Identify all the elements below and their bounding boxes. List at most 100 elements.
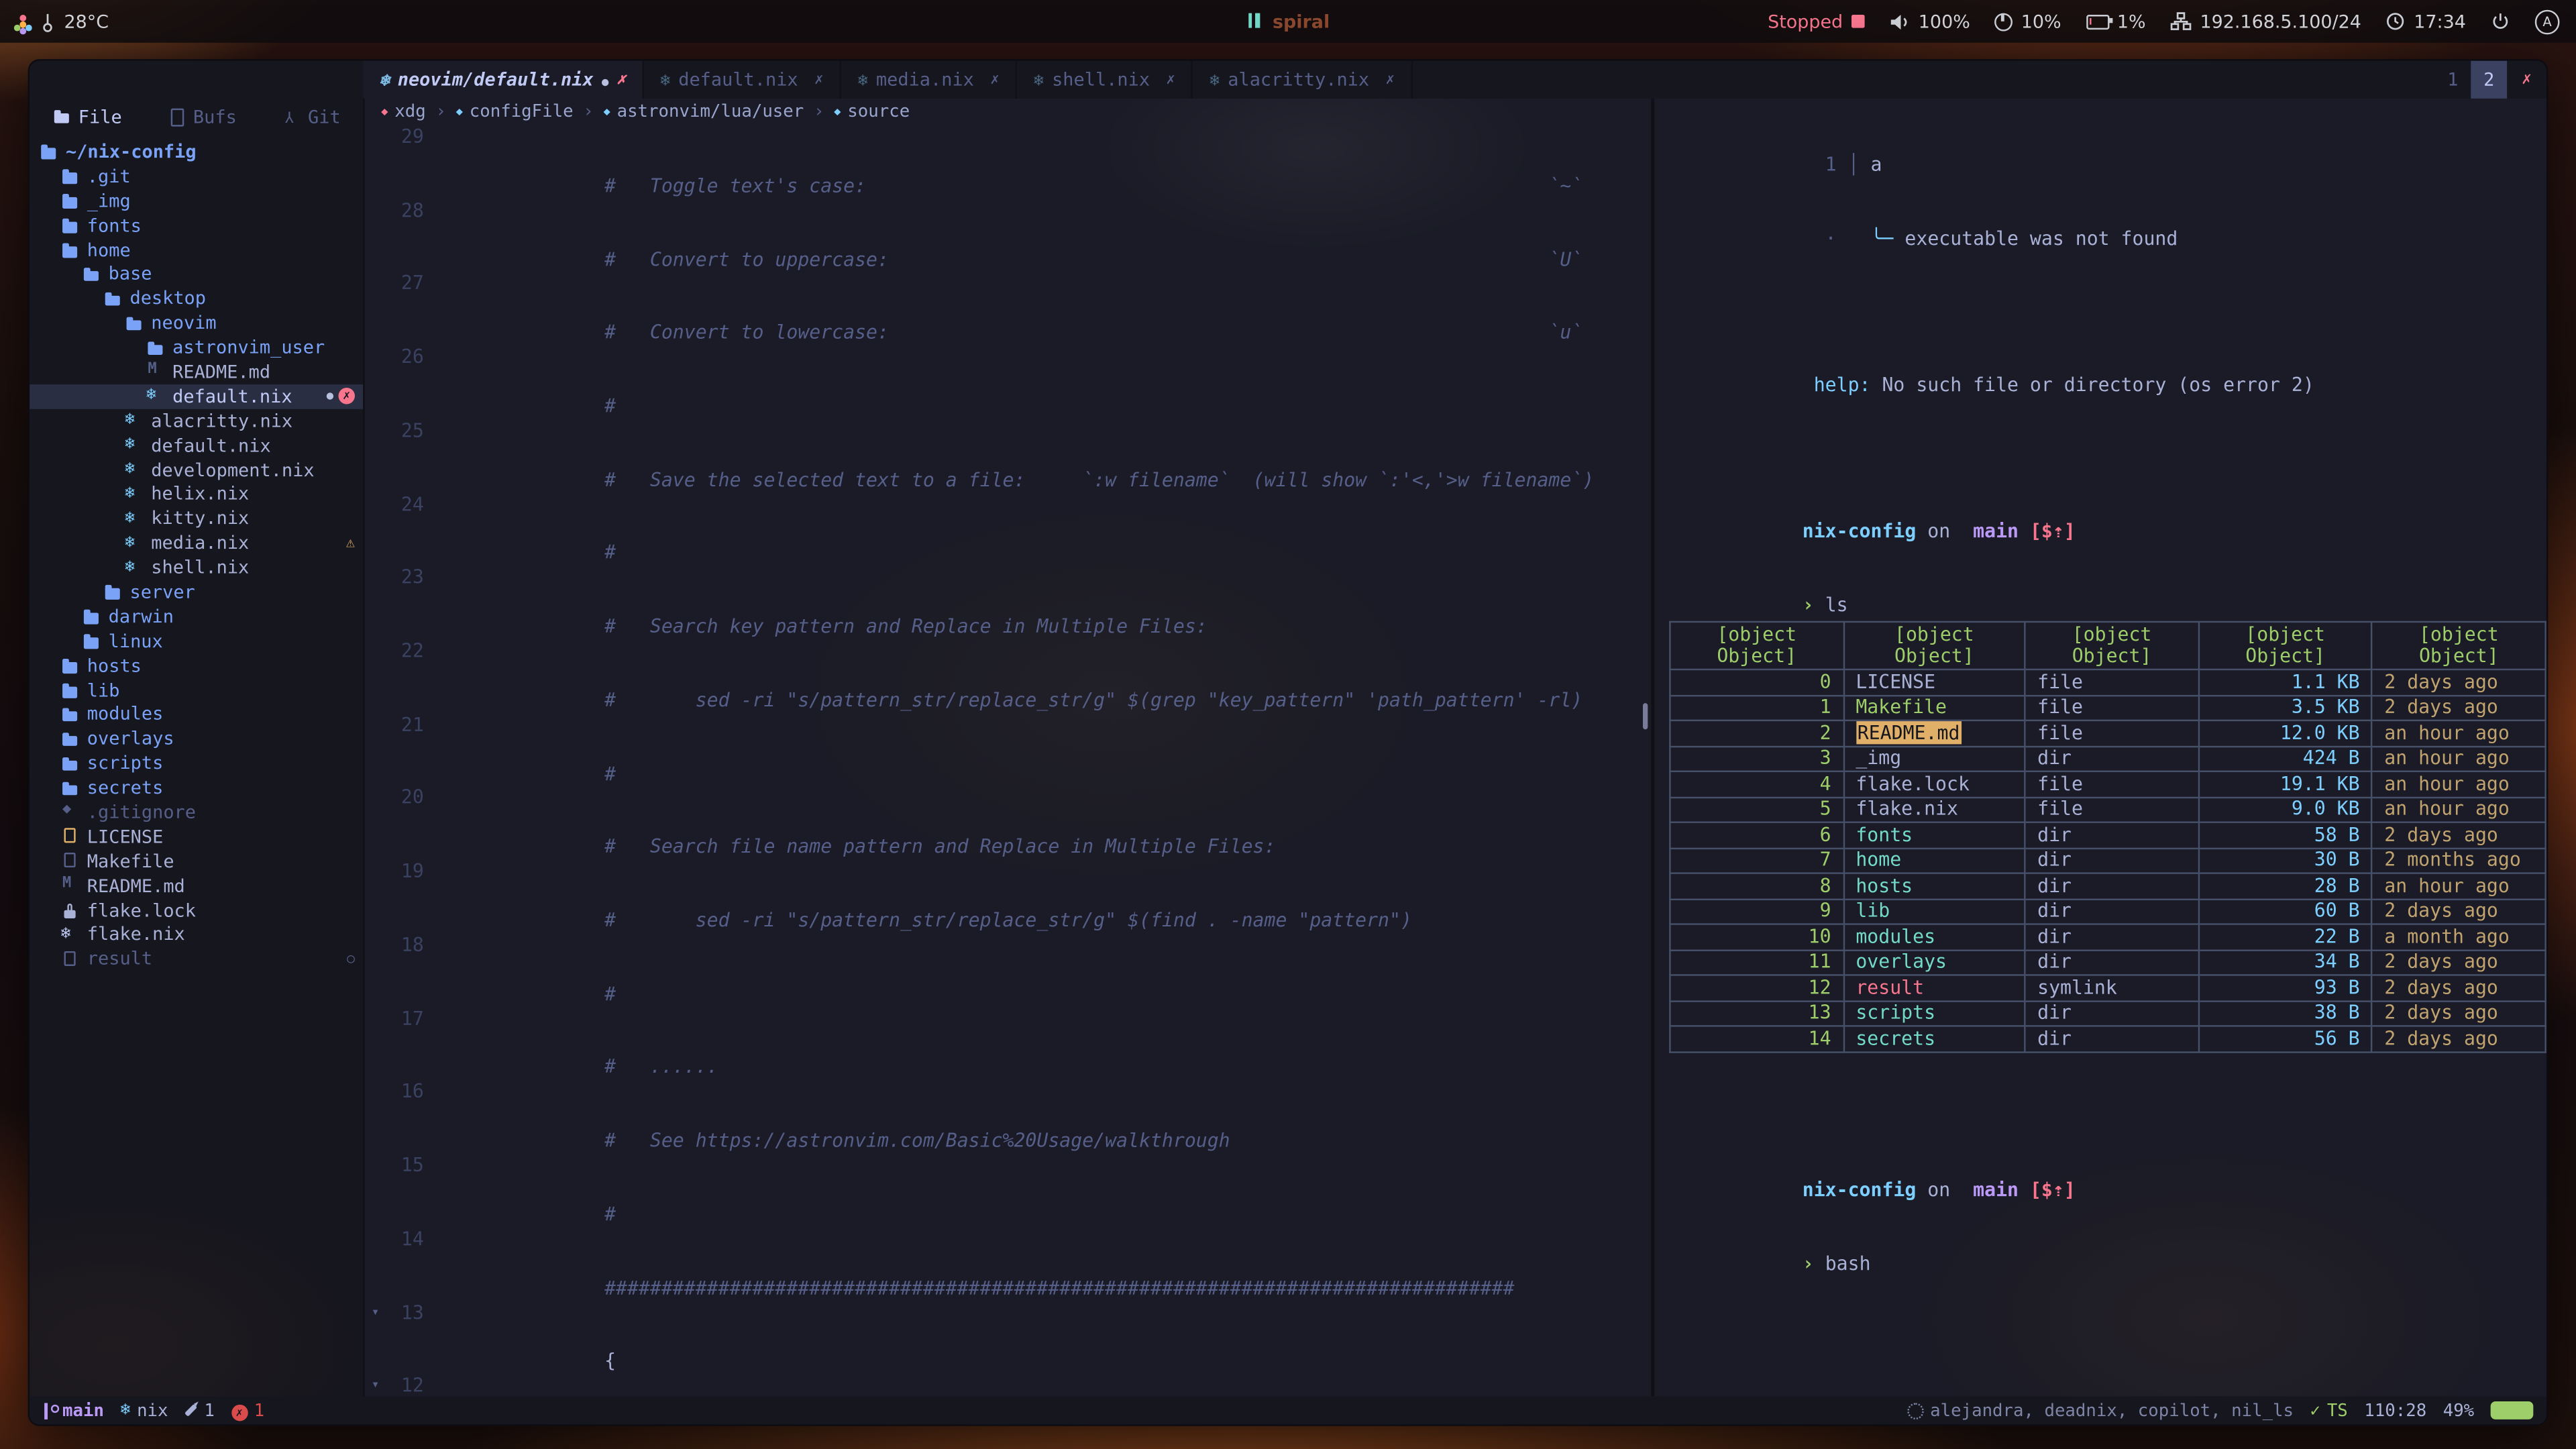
code-line[interactable]: 27 # Convert to lowercase: `u` <box>365 272 1652 345</box>
tabpage-indicator[interactable]: 2 <box>2471 61 2507 99</box>
close-buffer-icon[interactable]: ✗ <box>990 72 999 88</box>
tree-item[interactable]: README.md <box>30 360 363 384</box>
code-line[interactable]: ▾ 13 { <box>365 1300 1652 1374</box>
code-line[interactable]: 22 # sed -ri "s/pattern_str/replace_str/… <box>365 639 1652 713</box>
buffer-tab[interactable]: media.nix ✗ <box>841 61 1017 99</box>
network-widget[interactable]: 192.168.5.100/24 <box>2170 11 2361 32</box>
tree-item[interactable]: desktop <box>30 286 363 311</box>
tree-item[interactable]: flake.lock <box>30 898 363 922</box>
tree-item[interactable]: lib <box>30 678 363 702</box>
fold-chevron-icon[interactable] <box>365 1006 386 1080</box>
tree-item[interactable]: hosts <box>30 653 363 678</box>
tree-item[interactable]: default.nix <box>30 433 363 458</box>
tree-item[interactable]: LICENSE <box>30 824 363 849</box>
buffer-tab[interactable]: shell.nix ✗ <box>1018 61 1193 99</box>
code-line[interactable]: ▾ 12 xdg.configFile = { <box>365 1374 1652 1397</box>
tree-item[interactable]: kitty.nix <box>30 506 363 531</box>
breadcrumb-item[interactable]: source <box>834 102 910 121</box>
tree-item[interactable]: linux <box>30 629 363 653</box>
timer-widget[interactable]: Stopped <box>1768 11 1864 32</box>
code-line[interactable]: 26 # <box>365 345 1652 419</box>
gauge-widget[interactable]: 10% <box>1995 11 2061 32</box>
code-line[interactable]: 17 # ...... <box>365 1006 1652 1080</box>
error-count[interactable]: 1 <box>231 1401 264 1420</box>
tree-item[interactable]: development.nix <box>30 458 363 482</box>
fold-chevron-icon[interactable] <box>365 272 386 345</box>
sidebar-source-tab[interactable]: File <box>52 106 122 127</box>
code-line[interactable]: 18 # <box>365 933 1652 1007</box>
tree-item[interactable]: secrets <box>30 775 363 800</box>
tree-item[interactable]: media.nix <box>30 531 363 555</box>
fold-chevron-icon[interactable]: ▾ <box>365 1374 386 1397</box>
launcher-icon[interactable] <box>19 21 26 28</box>
tree-item[interactable]: result <box>30 947 363 971</box>
code-line[interactable]: 20 # Search file name pattern and Replac… <box>365 786 1652 860</box>
tree-item-badge[interactable] <box>347 952 355 967</box>
close-buffer-icon[interactable]: ✗ <box>617 72 626 88</box>
tree-item[interactable]: ~/nix-config <box>30 140 363 164</box>
tree-item[interactable]: fonts <box>30 213 363 237</box>
fold-chevron-icon[interactable] <box>365 1153 386 1227</box>
fold-chevron-icon[interactable] <box>365 125 386 199</box>
code-line[interactable]: 29 # Toggle text's case: `~` <box>365 125 1652 199</box>
breadcrumb-item[interactable]: xdg <box>381 102 455 121</box>
fold-chevron-icon[interactable] <box>365 859 386 933</box>
close-buffer-icon[interactable]: ✗ <box>1167 72 1175 88</box>
fold-chevron-icon[interactable] <box>365 639 386 713</box>
close-buffer-icon[interactable]: ✗ <box>814 72 823 88</box>
tree-item-badge[interactable] <box>346 535 355 551</box>
terminal-pane[interactable]: 1 │ a · ╰─ executable was not found help… <box>1651 99 2546 1397</box>
tree-item[interactable]: home <box>30 237 363 262</box>
pause-icon[interactable] <box>1246 11 1261 32</box>
fold-chevron-icon[interactable] <box>365 933 386 1007</box>
sidebar-source-tab[interactable]: Git <box>282 106 341 127</box>
tree-item-badge[interactable] <box>338 388 354 405</box>
tree-item[interactable]: modules <box>30 702 363 727</box>
code-line[interactable]: 15 # <box>365 1153 1652 1227</box>
tree-item[interactable]: shell.nix <box>30 555 363 580</box>
tabpage-indicator[interactable]: 1 <box>2434 61 2471 99</box>
volume-widget[interactable]: 100% <box>1889 11 1970 32</box>
sidebar-source-tab[interactable]: Bufs <box>167 106 237 127</box>
tree-item[interactable]: Makefile <box>30 849 363 873</box>
tree-item[interactable]: flake.nix <box>30 922 363 947</box>
fold-chevron-icon[interactable] <box>365 419 386 492</box>
editor-pane[interactable]: xdg configFile astronvim/lua/user <box>365 99 1652 1397</box>
git-branch[interactable]: main <box>43 1401 104 1420</box>
fold-chevron-icon[interactable] <box>365 199 386 272</box>
tree-item[interactable]: server <box>30 580 363 604</box>
fold-chevron-icon[interactable] <box>365 492 386 566</box>
tree-item[interactable]: alacritty.nix <box>30 409 363 433</box>
buffer-tab[interactable]: default.nix ✗ <box>644 61 842 99</box>
breadcrumb-item[interactable]: configFile <box>456 102 604 121</box>
close-tabpage-icon[interactable]: ✗ <box>2507 61 2546 99</box>
tree-item[interactable]: darwin <box>30 604 363 629</box>
battery-widget[interactable]: 1% <box>2086 11 2145 32</box>
tree-item[interactable]: helix.nix <box>30 482 363 506</box>
scrollbar-indicator[interactable] <box>1643 703 1648 729</box>
tree-item[interactable]: astronvim_user <box>30 335 363 360</box>
code-line[interactable]: 24 # <box>365 492 1652 566</box>
tree-item[interactable]: overlays <box>30 727 363 751</box>
fold-chevron-icon[interactable] <box>365 566 386 639</box>
tree-item[interactable]: neovim <box>30 311 363 335</box>
buffer-tab[interactable]: alacritty.nix ✗ <box>1193 61 1413 99</box>
fold-chevron-icon[interactable] <box>365 345 386 419</box>
tree-item[interactable]: scripts <box>30 751 363 775</box>
tree-item[interactable]: base <box>30 262 363 286</box>
fold-chevron-icon[interactable] <box>365 1227 386 1301</box>
code-line[interactable]: 25 # Save the selected text to a file: `… <box>365 419 1652 492</box>
fold-chevron-icon[interactable]: ▾ <box>365 1300 386 1374</box>
fold-chevron-icon[interactable] <box>365 712 386 786</box>
tree-item[interactable]: README.md <box>30 873 363 898</box>
user-badge[interactable]: A <box>2535 9 2560 34</box>
code-area[interactable]: 29 # Toggle text's case: `~` <box>365 125 1652 1397</box>
code-line[interactable]: 28 # Convert to uppercase: `U` <box>365 199 1652 272</box>
close-buffer-icon[interactable]: ✗ <box>1386 72 1395 88</box>
tree-item[interactable]: .git <box>30 164 363 189</box>
code-line[interactable]: 19 # sed -ri "s/pattern_str/replace_str/… <box>365 859 1652 933</box>
code-line[interactable]: 21 # <box>365 712 1652 786</box>
breadcrumb-item[interactable]: astronvim/lua/user <box>603 102 834 121</box>
power-icon[interactable] <box>2491 11 2510 31</box>
tree-item[interactable]: _img <box>30 189 363 213</box>
